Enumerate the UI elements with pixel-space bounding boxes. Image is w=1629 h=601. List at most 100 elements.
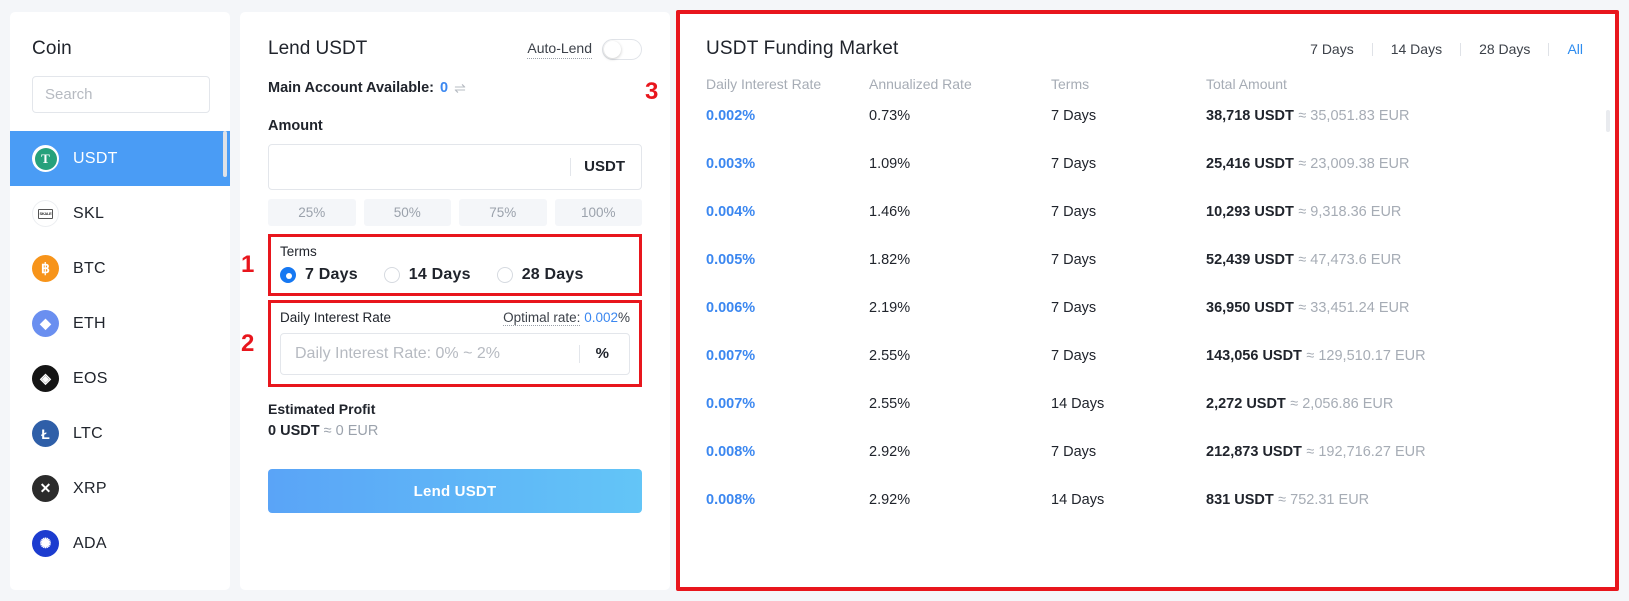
sidebar-item-ada[interactable]: ✺ ADA: [10, 516, 230, 571]
cell-terms: 7 Days: [1051, 204, 1097, 220]
lend-header: Lend USDT Auto-Lend: [268, 38, 642, 60]
cell-terms: 7 Days: [1051, 444, 1097, 460]
coin-label: EOS: [73, 369, 108, 387]
amount-eur: ≈ 33,451.24 EUR: [1298, 300, 1410, 316]
optimal-rate-value: 0.002: [584, 310, 618, 325]
sidebar-item-eth[interactable]: ◆ ETH: [10, 296, 230, 351]
search-input[interactable]: Search: [32, 76, 210, 113]
cell-daily-rate: 0.008%: [706, 492, 756, 508]
coin-list: T USDT SKALE SKL ฿ BTC ◆ ETH ◈ EOS Ł LTC…: [10, 131, 230, 571]
tab-7-days[interactable]: 7 Days: [1292, 42, 1372, 56]
amount-suffix: USDT: [570, 158, 641, 176]
skl-icon: SKALE: [32, 200, 59, 227]
cell-annualized-rate: 0.73%: [869, 108, 911, 124]
cell-annualized-rate: 1.82%: [869, 252, 911, 268]
cell-daily-rate: 0.002%: [706, 108, 756, 124]
tab-28-days[interactable]: 28 Days: [1461, 42, 1548, 56]
lend-submit-button[interactable]: Lend USDT: [268, 469, 642, 513]
auto-lend-toggle[interactable]: [602, 38, 642, 60]
percent-100-button[interactable]: 100%: [554, 199, 642, 226]
transfer-icon[interactable]: ⇌: [454, 81, 466, 95]
table-row[interactable]: 0.005% 1.82% 7 Days 52,439 USDT ≈ 47,473.6 …: [680, 236, 1615, 284]
table-row[interactable]: 0.004% 1.46% 7 Days 10,293 USDT ≈ 9,318.36 …: [680, 188, 1615, 236]
sidebar-item-eos[interactable]: ◈ EOS: [10, 351, 230, 406]
table-row[interactable]: 0.003% 1.09% 7 Days 25,416 USDT ≈ 23,009.38…: [680, 140, 1615, 188]
amount-input[interactable]: [269, 145, 570, 189]
estimated-profit-value: 0 USDT ≈ 0 EUR: [268, 423, 642, 439]
term-label: 14 Days: [408, 266, 471, 283]
auto-lend-control: Auto-Lend: [527, 38, 642, 60]
cell-daily-rate: 0.007%: [706, 348, 756, 364]
percent-25-button[interactable]: 25%: [268, 199, 356, 226]
daily-rate-field[interactable]: Daily Interest Rate: 0% ~ 2% %: [280, 333, 630, 375]
amount-field[interactable]: USDT: [268, 144, 642, 190]
amount-eur: ≈ 23,009.38 EUR: [1298, 156, 1410, 172]
terms-radio-row: 7 Days 14 Days 28 Days: [280, 266, 630, 284]
cell-daily-rate: 0.007%: [706, 396, 756, 412]
market-scrollbar[interactable]: [1606, 110, 1610, 132]
amount-usdt: 831 USDT: [1206, 492, 1274, 508]
sidebar-item-usdt[interactable]: T USDT: [10, 131, 230, 186]
table-row[interactable]: 0.002% 0.73% 7 Days 38,718 USDT ≈ 35,051.83…: [680, 92, 1615, 140]
radio-icon: [280, 267, 296, 283]
cell-total-amount: 36,950 USDT ≈ 33,451.24 EUR: [1206, 299, 1589, 317]
sidebar-scrollbar[interactable]: [223, 131, 227, 177]
term-label: 7 Days: [305, 266, 358, 283]
search-wrapper: Search: [10, 60, 230, 113]
toggle-knob: [604, 40, 621, 58]
cell-daily-rate: 0.004%: [706, 204, 756, 220]
market-tabs: 7 Days 14 Days 28 Days All: [1292, 42, 1585, 56]
amount-eur: ≈ 9,318.36 EUR: [1298, 204, 1402, 220]
amount-usdt: 25,416 USDT: [1206, 156, 1294, 172]
market-header: USDT Funding Market 7 Days 14 Days 28 Da…: [680, 14, 1615, 60]
cell-total-amount: 831 USDT ≈ 752.31 EUR: [1206, 491, 1589, 509]
percent-75-button[interactable]: 75%: [459, 199, 547, 226]
tab-14-days[interactable]: 14 Days: [1373, 42, 1460, 56]
cell-annualized-rate: 1.09%: [869, 156, 911, 172]
tab-all[interactable]: All: [1549, 42, 1585, 56]
coin-label: LTC: [73, 424, 103, 442]
table-row[interactable]: 0.006% 2.19% 7 Days 36,950 USDT ≈ 33,451.24…: [680, 284, 1615, 332]
ada-icon: ✺: [32, 530, 59, 557]
column-header-daily-rate: Daily Interest Rate: [706, 76, 822, 92]
profit-approx: ≈ 0 EUR: [323, 423, 379, 439]
table-row[interactable]: 0.008% 2.92% 7 Days 212,873 USDT ≈ 192,716.…: [680, 428, 1615, 476]
table-row[interactable]: 0.007% 2.55% 7 Days 143,056 USDT ≈ 129,510.…: [680, 332, 1615, 380]
cell-terms: 14 Days: [1051, 492, 1105, 508]
cell-annualized-rate: 2.19%: [869, 300, 911, 316]
coin-label: SKL: [73, 204, 105, 222]
auto-lend-label: Auto-Lend: [527, 40, 592, 59]
cell-terms: 7 Days: [1051, 108, 1097, 124]
cell-terms: 7 Days: [1051, 252, 1097, 268]
term-option-7-days[interactable]: 7 Days: [280, 266, 358, 284]
eth-icon: ◆: [32, 310, 59, 337]
sidebar-item-skl[interactable]: SKALE SKL: [10, 186, 230, 241]
cell-terms: 14 Days: [1051, 396, 1105, 412]
amount-eur: ≈ 35,051.83 EUR: [1298, 108, 1410, 124]
table-row[interactable]: 0.007% 2.55% 14 Days 2,272 USDT ≈ 2,056.86 …: [680, 380, 1615, 428]
amount-eur: ≈ 2,056.86 EUR: [1290, 396, 1394, 412]
amount-usdt: 38,718 USDT: [1206, 108, 1294, 124]
daily-rate-input[interactable]: Daily Interest Rate: 0% ~ 2%: [281, 345, 579, 363]
page-title: Lend USDT: [268, 38, 368, 59]
terms-group: 1 Terms 7 Days 14 Days 28 Days: [241, 234, 642, 296]
term-option-14-days[interactable]: 14 Days: [383, 266, 471, 284]
optimal-rate[interactable]: Optimal rate: 0.002%: [503, 310, 630, 326]
profit-primary: 0 USDT: [268, 423, 320, 439]
lend-panel: Lend USDT Auto-Lend Main Account Availab…: [240, 12, 670, 590]
sidebar-item-btc[interactable]: ฿ BTC: [10, 241, 230, 296]
term-label: 28 Days: [521, 266, 584, 283]
term-option-28-days[interactable]: 28 Days: [496, 266, 584, 284]
annotation-1: 1: [241, 251, 255, 278]
amount-label: Amount: [268, 118, 323, 134]
cell-annualized-rate: 2.92%: [869, 444, 911, 460]
cell-annualized-rate: 1.46%: [869, 204, 911, 220]
daily-interest-rate-group: 2 Daily Interest Rate Optimal rate: 0.00…: [241, 300, 642, 387]
sidebar-item-ltc[interactable]: Ł LTC: [10, 406, 230, 461]
annotation-2: 2: [241, 329, 255, 357]
table-row[interactable]: 0.008% 2.92% 14 Days 831 USDT ≈ 752.31 EUR: [680, 476, 1615, 524]
amount-usdt: 52,439 USDT: [1206, 252, 1294, 268]
terms-label: Terms: [280, 244, 317, 259]
sidebar-item-xrp[interactable]: ✕ XRP: [10, 461, 230, 516]
percent-50-button[interactable]: 50%: [363, 199, 451, 226]
